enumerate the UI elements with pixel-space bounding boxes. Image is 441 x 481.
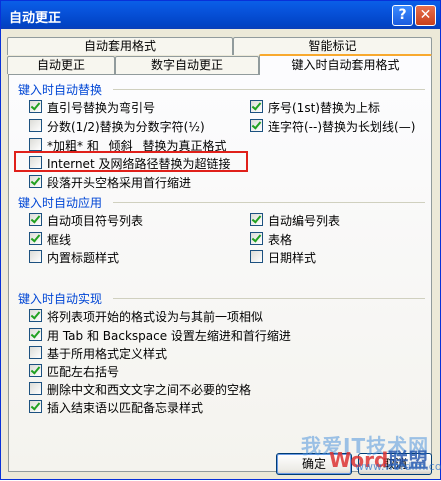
checkbox[interactable] [29, 346, 42, 359]
option-label: 日期样式 [268, 251, 317, 265]
checkbox[interactable] [29, 364, 42, 377]
checkbox[interactable] [29, 250, 42, 263]
option-label: 段落开头空格采用首行缩进 [47, 176, 192, 190]
highlight-box [14, 151, 248, 172]
checkbox[interactable] [250, 232, 263, 245]
title-bar[interactable]: 自动更正 ? ✕ [1, 1, 440, 29]
group-divider [113, 202, 425, 203]
option-label: 用 Tab 和 Backspace 设置左缩进和首行缩进 [47, 329, 291, 343]
group-divider [113, 298, 425, 299]
option-label: 表格 [268, 233, 293, 247]
option-label: 连字符(--)替换为长划线(—) [268, 120, 416, 134]
option-label: 自动项目符号列表 [47, 214, 144, 228]
group-title-apply: 键入时自动应用 [18, 196, 103, 210]
option-label: 删除中文和西文文字之间不必要的空格 [47, 383, 252, 397]
tab-autoformat[interactable]: 自动套用格式 [7, 37, 233, 55]
checkbox[interactable] [250, 119, 263, 132]
cancel-button[interactable]: 取消 [358, 453, 432, 475]
group-divider [113, 89, 425, 90]
group-title-replace: 键入时自动替换 [18, 83, 103, 97]
tab-math-autocorrect[interactable]: 数字自动更正 [115, 56, 259, 74]
checkbox[interactable] [250, 100, 263, 113]
option-label: 序号(1st)替换为上标 [268, 101, 380, 115]
group-title-automate: 键入时自动实现 [18, 292, 103, 306]
checkbox[interactable] [29, 213, 42, 226]
ok-button[interactable]: 确定 [276, 453, 352, 475]
checkbox[interactable] [250, 213, 263, 226]
option-label: 框线 [47, 233, 72, 247]
checkbox[interactable] [29, 328, 42, 341]
checkbox[interactable] [29, 138, 42, 151]
option-label: 基于所用格式定义样式 [47, 347, 168, 361]
autocorrect-dialog: 自动更正 ? ✕ 自动套用格式 智能标记 自动更正 数字自动更正 键入时自动套用… [0, 0, 441, 480]
option-label: 匹配左右括号 [47, 365, 120, 379]
checkbox[interactable] [250, 250, 263, 263]
checkbox[interactable] [29, 309, 42, 322]
checkbox[interactable] [29, 175, 42, 188]
option-label: 自动编号列表 [268, 214, 341, 228]
help-button[interactable]: ? [392, 5, 413, 26]
tab-smart-tags[interactable]: 智能标记 [233, 37, 432, 55]
option-label: 内置标题样式 [47, 251, 120, 265]
option-label: 将列表项开始的格式设为与其前一项相似 [47, 310, 264, 324]
checkbox[interactable] [29, 100, 42, 113]
checkbox[interactable] [29, 119, 42, 132]
checkbox[interactable] [29, 382, 42, 395]
option-label: 插入结束语以匹配备忘录样式 [47, 401, 204, 415]
tab-autoformat-as-you-type[interactable]: 键入时自动套用格式 [259, 54, 432, 75]
close-button[interactable]: ✕ [415, 5, 436, 26]
checkbox[interactable] [29, 232, 42, 245]
option-label: 分数(1/2)替换为分数字符(½) [47, 120, 205, 134]
tab-autocorrect[interactable]: 自动更正 [7, 56, 115, 74]
option-label: 直引号替换为弯引号 [47, 101, 156, 115]
checkbox[interactable] [29, 400, 42, 413]
window-title: 自动更正 [9, 11, 62, 26]
